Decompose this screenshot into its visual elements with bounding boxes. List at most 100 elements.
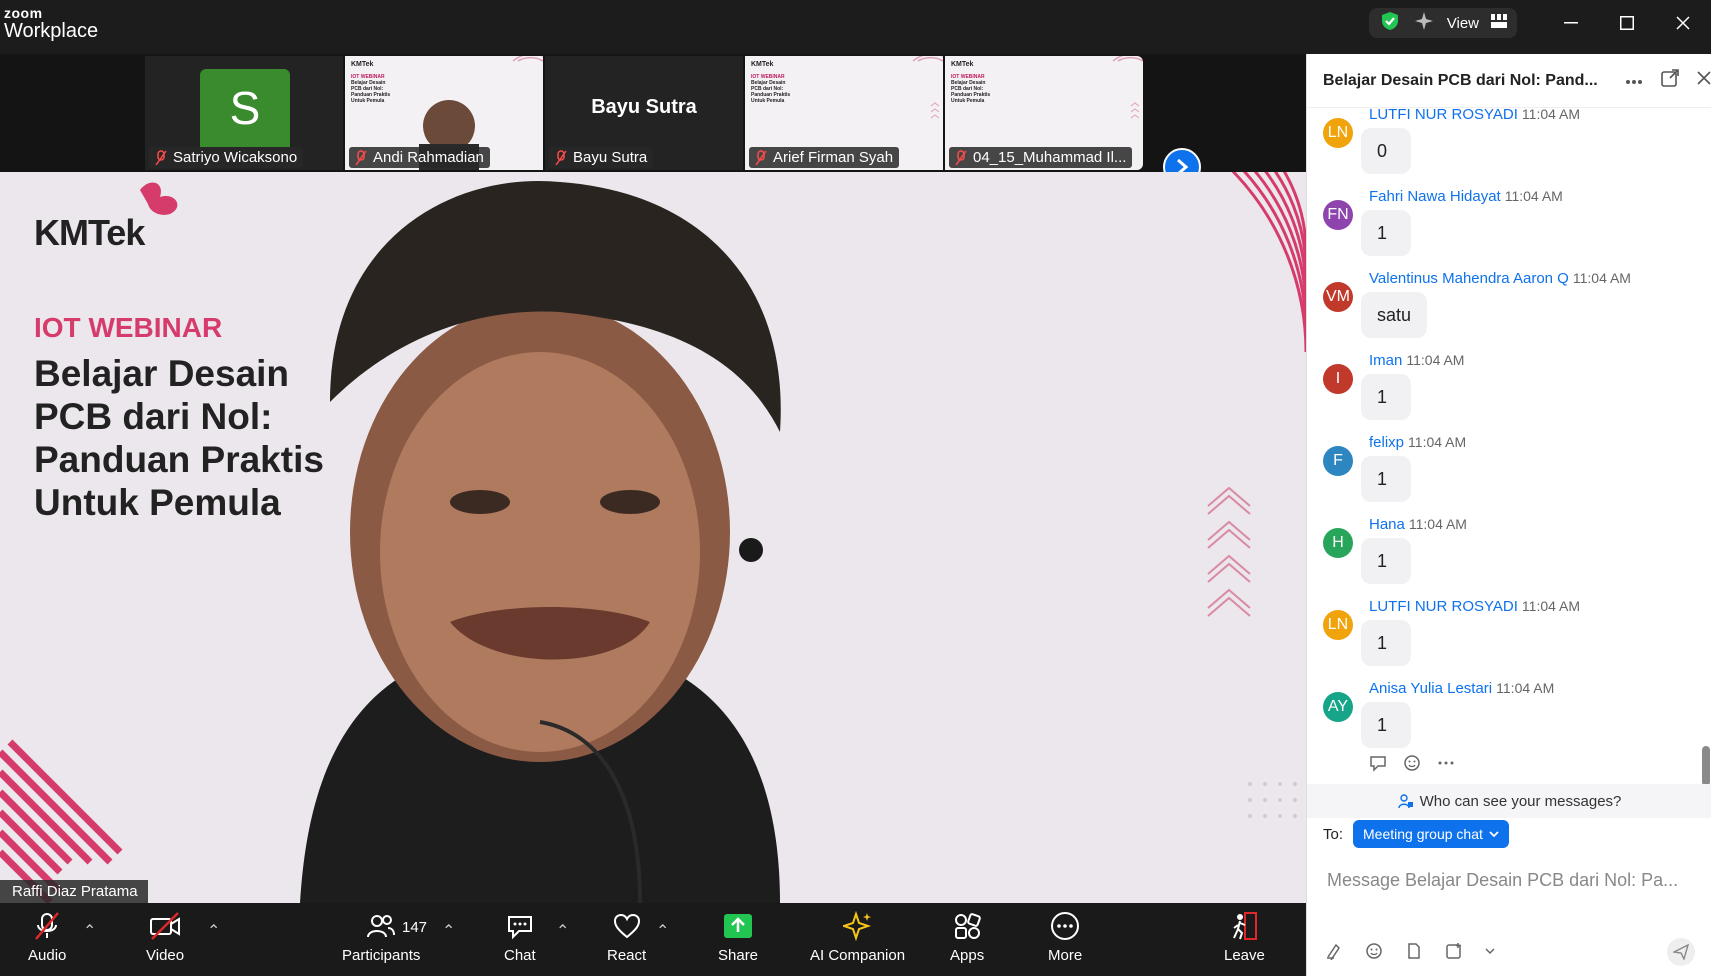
slide-title-line: Untuk Pemula: [34, 482, 281, 523]
mic-muted-icon: [755, 149, 767, 165]
slide-tag: IOT WEBINAR: [34, 312, 223, 343]
participant-tile[interactable]: KMTek IOT WEBINAR Belajar Desain PCB dar…: [745, 56, 943, 170]
chat-title: Belajar Desain PCB dari Nol: Pand...: [1323, 71, 1598, 89]
participant-tile[interactable]: KMTek IOT WEBINAR Belajar Desain PCB dar…: [345, 56, 543, 170]
participant-name-tag: Andi Rahmadian: [349, 147, 490, 168]
avatar: F: [1323, 446, 1353, 476]
participant-tile[interactable]: Bayu Sutra Bayu Sutra: [545, 56, 743, 170]
emoji-icon[interactable]: [1365, 942, 1383, 960]
composer-toolbar: [1325, 942, 1495, 960]
reply-icon[interactable]: [1369, 754, 1387, 772]
video-off-icon: [150, 912, 181, 940]
view-pill[interactable]: View: [1368, 8, 1517, 38]
mic-muted-icon: [355, 149, 367, 165]
brand-big: Workplace: [4, 20, 99, 42]
message-sender: felixp 11:04 AM: [1369, 434, 1467, 451]
apps-button[interactable]: Apps: [950, 911, 984, 964]
chat-panel: Belajar Desain PCB dari Nol: Pand... LN …: [1306, 54, 1711, 976]
who-can-see-link[interactable]: Who can see your messages?: [1307, 784, 1711, 818]
svg-text:KMTek: KMTek: [951, 61, 974, 68]
slide-title: Belajar Desain PCB dari Nol: Panduan Pra…: [34, 352, 346, 524]
svg-text:KMTek: KMTek: [351, 61, 374, 68]
more-options-icon[interactable]: [1625, 72, 1643, 90]
message-input[interactable]: Message Belajar Desain PCB dari Nol: Pa.…: [1327, 870, 1697, 891]
message-time: 11:04 AM: [1408, 434, 1467, 450]
participant-tile[interactable]: KMTek IOT WEBINAR Belajar Desain PCB dar…: [945, 56, 1143, 170]
message-bubble[interactable]: 1: [1361, 374, 1411, 420]
video-button[interactable]: Video: [146, 911, 184, 964]
message-time: 11:04 AM: [1496, 680, 1555, 696]
react-button[interactable]: React: [607, 911, 646, 964]
message-bubble[interactable]: satu: [1361, 292, 1428, 338]
view-button[interactable]: View: [1447, 15, 1479, 32]
chat-scrollbar[interactable]: [1702, 746, 1710, 786]
mic-off-icon: [35, 912, 60, 940]
recipient-dropdown[interactable]: Meeting group chat: [1353, 820, 1509, 848]
avatar: H: [1323, 528, 1353, 558]
slide-title-line: Belajar Desain: [34, 353, 290, 394]
pop-out-icon[interactable]: [1661, 69, 1679, 92]
chat-button[interactable]: Chat: [504, 911, 536, 964]
ai-companion-button[interactable]: AI Companion: [810, 911, 905, 964]
message-bubble[interactable]: 1: [1361, 210, 1411, 256]
message-bubble[interactable]: 1: [1361, 456, 1411, 502]
share-button[interactable]: Share: [718, 911, 758, 964]
file-icon[interactable]: [1405, 942, 1423, 960]
message-time: 11:04 AM: [1504, 188, 1563, 204]
emoji-reaction-icon[interactable]: [1403, 754, 1421, 772]
message-bubble[interactable]: 1: [1361, 538, 1411, 584]
main-video: KMTek IOT WEBINAR Belajar Desain PCB dar…: [0, 172, 1306, 903]
avatar: VM: [1323, 282, 1353, 312]
format-text-icon[interactable]: [1325, 942, 1343, 960]
avatar: LN: [1323, 118, 1353, 148]
avatar: I: [1323, 364, 1353, 394]
speaker-name-tag: Raffi Diaz Pratama: [0, 880, 148, 903]
participant-tile[interactable]: S Satriyo Wicaksono: [145, 56, 343, 170]
participant-name-tag: 04_15_Muhammad Il...: [949, 147, 1133, 168]
more-button[interactable]: More: [1048, 911, 1082, 964]
more-icon[interactable]: [1437, 754, 1455, 772]
chevron-down-icon[interactable]: [1485, 947, 1495, 955]
avatar: LN: [1323, 610, 1353, 640]
screenshot-icon[interactable]: [1445, 942, 1463, 960]
message-bubble[interactable]: 0: [1361, 128, 1411, 174]
zoom-logo: zoom Workplace: [4, 6, 98, 41]
message-sender: LUTFI NUR ROSYADI 11:04 AM: [1369, 106, 1581, 123]
leave-button[interactable]: Leave: [1224, 911, 1265, 964]
message-time: 11:04 AM: [1406, 352, 1465, 368]
to-label: To:: [1323, 825, 1344, 843]
close-icon[interactable]: [1697, 71, 1711, 90]
message-sender: Anisa Yulia Lestari 11:04 AM: [1369, 680, 1555, 697]
message-time: 11:04 AM: [1521, 598, 1581, 614]
share-screen-icon: [724, 914, 753, 938]
video-options-caret[interactable]: ⌃: [207, 921, 220, 941]
recipient-row: To: Meeting group chat: [1323, 820, 1509, 848]
mic-muted-icon: [955, 149, 967, 165]
ai-sparkle-icon[interactable]: [1413, 10, 1435, 37]
message-sender: LUTFI NUR ROSYADI 11:04 AM: [1369, 598, 1581, 615]
close-window-button[interactable]: [1655, 8, 1711, 38]
send-button[interactable]: [1667, 938, 1695, 966]
participants-options-caret[interactable]: ⌃: [442, 921, 455, 941]
message-time: 11:04 AM: [1408, 516, 1467, 532]
react-options-caret[interactable]: ⌃: [656, 921, 669, 941]
leave-icon: [1233, 912, 1258, 940]
message-tools: [1369, 754, 1455, 772]
chat-options-caret[interactable]: ⌃: [556, 921, 569, 941]
brand-small: zoom: [4, 5, 43, 21]
more-icon: [1051, 912, 1080, 940]
message-bubble[interactable]: 1: [1361, 702, 1411, 748]
avatar: AY: [1323, 692, 1353, 722]
avatar: S: [200, 69, 290, 147]
chat-message-list[interactable]: LN LUTFI NUR ROSYADI 11:04 AM 0 FN Fahri …: [1307, 106, 1711, 836]
minimize-button[interactable]: [1543, 8, 1599, 38]
grid-icon[interactable]: [1491, 13, 1507, 33]
audio-button[interactable]: Audio: [28, 911, 66, 964]
message-bubble[interactable]: 1: [1361, 620, 1411, 666]
shield-icon[interactable]: [1379, 10, 1401, 37]
participant-name-tag: Satriyo Wicaksono: [149, 147, 304, 168]
audio-options-caret[interactable]: ⌃: [83, 921, 96, 941]
mini-slide-line: Untuk Pemula: [751, 98, 785, 104]
maximize-button[interactable]: [1599, 8, 1655, 38]
meeting-controls: Audio ⌃ Video ⌃ Participants 147 ⌃ Chat …: [0, 903, 1306, 976]
